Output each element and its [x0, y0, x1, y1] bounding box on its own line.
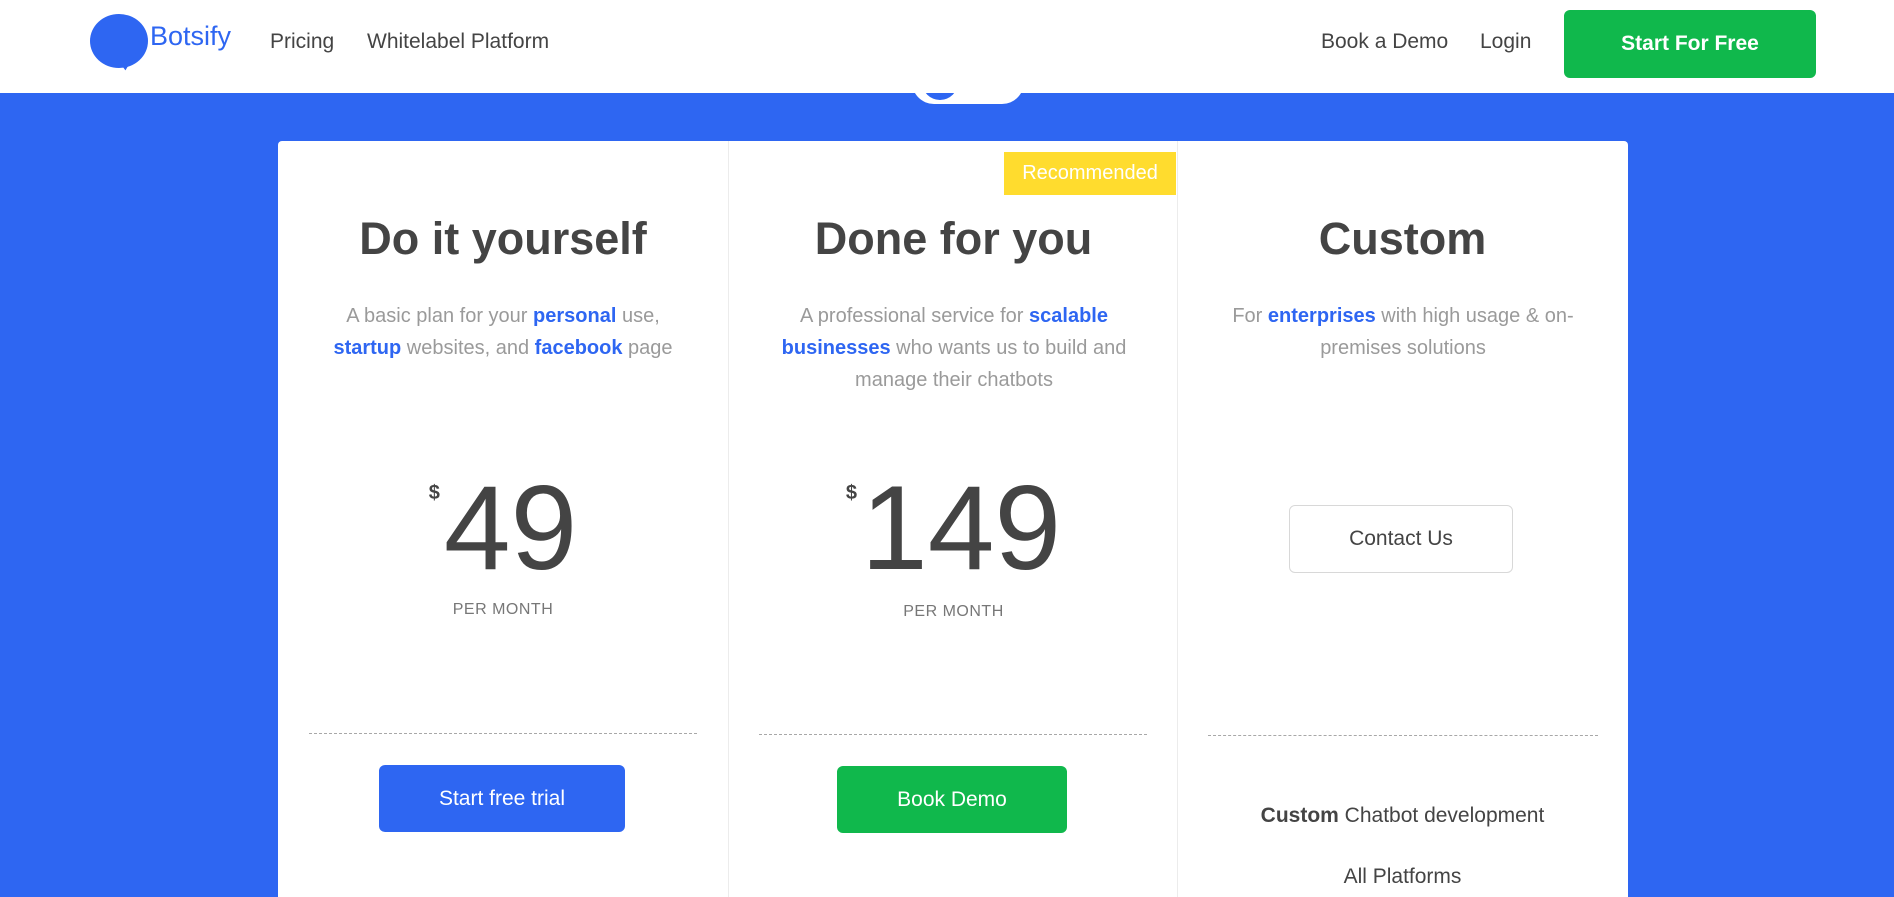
price-period: PER MONTH: [452, 601, 554, 618]
plan-title: Do it yourself: [359, 213, 647, 264]
nav-link-whitelabel[interactable]: Whitelabel Platform: [367, 30, 549, 54]
plan-description: A basic plan for your personal use, star…: [333, 305, 673, 359]
plan-title: Custom: [1318, 213, 1487, 264]
pricing-card: Do it yourself A basic plan for your per…: [278, 141, 1628, 897]
recommended-badge: Recommended: [1004, 152, 1176, 195]
plan-do-it-yourself: Do it yourself A basic plan for your per…: [278, 141, 728, 897]
plan-custom: Custom For enterprises with high usage &…: [1177, 141, 1627, 897]
feature-item: All Platforms: [1343, 865, 1462, 888]
price-amount: 149: [860, 461, 1062, 595]
book-demo-button[interactable]: Book Demo: [837, 766, 1067, 833]
plan-price: $149: [729, 468, 1178, 588]
plan-description: A professional service for scalable busi…: [781, 305, 1127, 391]
chat-bubble-icon: [88, 12, 148, 72]
nav-link-book-demo[interactable]: Book a Demo: [1321, 30, 1448, 54]
divider: [1208, 735, 1598, 736]
contact-us-button[interactable]: Contact Us: [1289, 505, 1513, 573]
start-for-free-button[interactable]: Start For Free: [1564, 10, 1816, 78]
currency-symbol: $: [428, 482, 440, 504]
feature-item: Custom Chatbot development: [1260, 804, 1545, 827]
plan-done-for-you: Done for you A professional service for …: [728, 141, 1178, 897]
price-amount: 49: [443, 461, 578, 595]
currency-symbol: $: [845, 482, 857, 504]
brand-name: Botsify: [150, 20, 232, 51]
top-navbar: Botsify Pricing Whitelabel Platform Book…: [0, 0, 1894, 93]
divider: [309, 733, 697, 734]
plan-price: $49: [278, 468, 728, 588]
nav-link-pricing[interactable]: Pricing: [270, 30, 334, 54]
nav-link-login[interactable]: Login: [1480, 30, 1531, 54]
start-free-trial-button[interactable]: Start free trial: [379, 765, 625, 832]
plan-title: Done for you: [814, 213, 1093, 264]
price-period: PER MONTH: [903, 603, 1004, 620]
brand-logo[interactable]: Botsify: [88, 12, 232, 72]
divider: [759, 734, 1147, 735]
plan-description: For enterprises with high usage & on-pre…: [1232, 305, 1574, 359]
